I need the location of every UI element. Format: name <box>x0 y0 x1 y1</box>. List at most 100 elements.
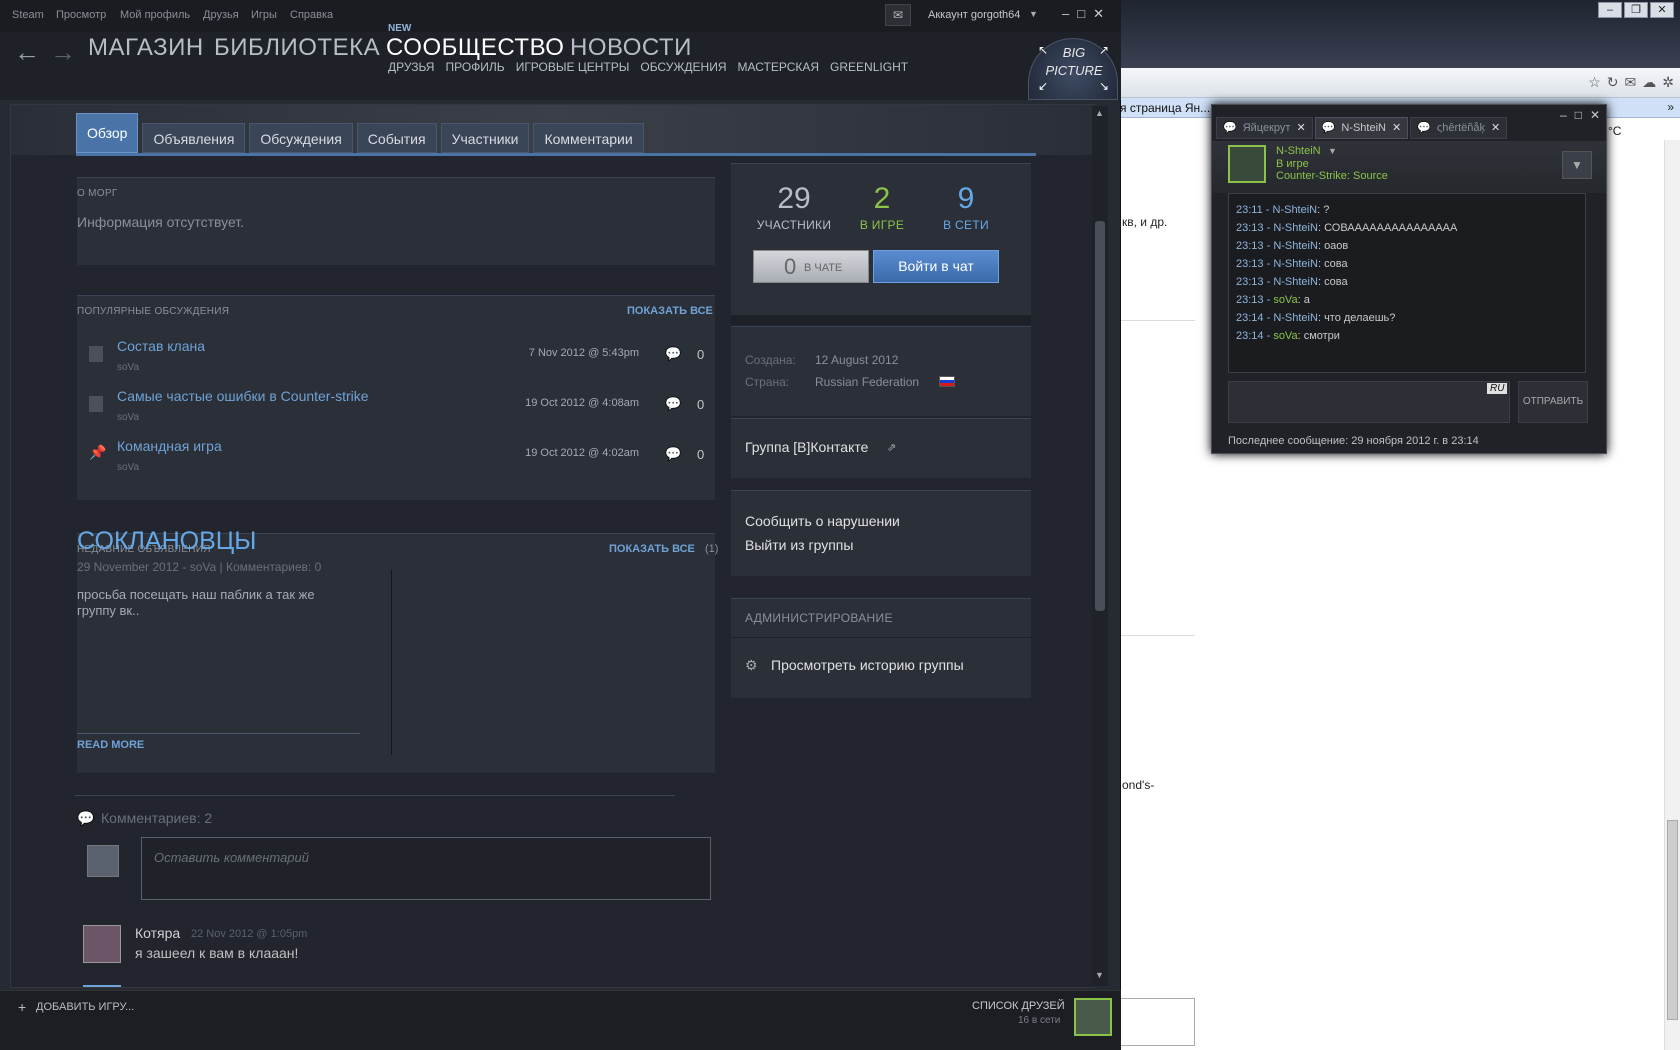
comment-input[interactable]: Оставить комментарий <box>141 837 711 900</box>
announcement-count: (1) <box>705 543 719 555</box>
browser-tab-label[interactable]: я страница Ян... <box>1120 101 1210 115</box>
mail-icon[interactable]: ✉ <box>1625 74 1637 91</box>
join-chat-button[interactable]: Войти в чат <box>873 250 999 283</box>
reload-icon[interactable]: ↻ <box>1607 74 1619 91</box>
discussion-title[interactable]: Состав клана <box>117 338 205 354</box>
avatar[interactable] <box>83 985 121 987</box>
report-link[interactable]: Сообщить о нарушении <box>745 513 900 529</box>
maximize-icon[interactable]: □ <box>1077 6 1085 22</box>
subnav-greenlight[interactable]: GREENLIGHT <box>830 60 908 74</box>
close-icon[interactable]: ✕ <box>1650 2 1674 18</box>
nav-store[interactable]: МАГАЗИН <box>88 34 204 62</box>
scroll-down-icon[interactable]: ▼ <box>1095 970 1104 980</box>
page-scrollbar[interactable]: ▲ ▼ <box>1092 106 1108 986</box>
chat-friend-name[interactable]: N-ShteiN <box>1276 145 1321 157</box>
tab-comments[interactable]: Комментарии <box>533 123 644 153</box>
forward-arrow-icon[interactable]: → <box>50 37 76 68</box>
discussion-title[interactable]: Самые частые ошибки в Counter-strike <box>117 388 369 404</box>
close-icon[interactable]: ✕ <box>1296 117 1305 139</box>
minimize-icon[interactable]: – <box>1598 2 1622 18</box>
tab-overview[interactable]: Обзор <box>76 113 139 153</box>
tab-discussions[interactable]: Обсуждения <box>249 123 353 153</box>
subnav-profile[interactable]: ПРОФИЛЬ <box>445 60 504 74</box>
leave-group-link[interactable]: Выйти из группы <box>745 537 853 553</box>
chat-bubble-icon: 💬 <box>1321 122 1336 134</box>
menu-help[interactable]: Справка <box>290 9 333 21</box>
menu-friends[interactable]: Друзья <box>203 9 239 21</box>
big-picture-button[interactable]: BIG PICTURE ↖ ↗ ↙ ↘ <box>1028 38 1118 100</box>
chat-friend-status: В игре <box>1276 158 1309 170</box>
nav-news[interactable]: НОВОСТИ <box>570 34 692 62</box>
avatar[interactable] <box>83 925 121 963</box>
add-game-button[interactable]: ДОБАВИТЬ ИГРУ... <box>36 1001 134 1013</box>
restore-icon[interactable]: ❐ <box>1624 2 1648 18</box>
minimize-icon[interactable]: – <box>1062 6 1069 22</box>
friends-list-button[interactable]: СПИСОК ДРУЗЕЙ <box>972 1000 1065 1012</box>
discussion-reply-count: 0 <box>697 347 705 362</box>
tab-events[interactable]: События <box>356 123 437 153</box>
subnav-friends[interactable]: ДРУЗЬЯ <box>388 60 434 74</box>
read-more-link[interactable]: READ MORE <box>77 739 144 751</box>
chevron-down-icon[interactable]: ▼ <box>1029 9 1038 19</box>
nav-library[interactable]: БИБЛИОТЕКА <box>214 34 380 62</box>
chat-message-input[interactable]: RU <box>1228 381 1510 423</box>
chat-message: 23:13 - N-ShteiN: СОВААААААААААААААА <box>1236 222 1458 234</box>
menu-profile[interactable]: Мой профиль <box>120 9 190 21</box>
account-menu[interactable]: Аккаунт gorgoth64 <box>928 9 1020 21</box>
chevron-down-icon[interactable]: ▼ <box>1328 146 1337 156</box>
subnav-discussions[interactable]: ОБСУЖДЕНИЯ <box>640 60 726 74</box>
menu-view[interactable]: Просмотр <box>56 9 106 21</box>
discussions-label: ПОПУЛЯРНЫЕ ОБСУЖДЕНИЯ <box>77 306 230 317</box>
avatar[interactable] <box>1228 145 1266 183</box>
star-icon[interactable]: ☆ <box>1588 74 1601 91</box>
subnav-workshop[interactable]: МАСТЕРСКАЯ <box>738 60 820 74</box>
show-all-announcements-link[interactable]: ПОКАЗАТЬ ВСЕ <box>609 543 695 555</box>
close-icon[interactable]: ✕ <box>1590 108 1600 122</box>
close-icon[interactable]: ✕ <box>1392 117 1401 139</box>
tab-announcements[interactable]: Объявления <box>142 123 246 153</box>
comments-count: Комментариев: 2 <box>101 810 213 826</box>
chat-tab[interactable]: 💬 Яйцекрут ✕ <box>1216 117 1313 139</box>
minimize-icon[interactable]: – <box>1560 108 1567 122</box>
show-all-discussions-link[interactable]: ПОКАЗАТЬ ВСЕ <box>627 305 713 317</box>
avatar[interactable] <box>1074 998 1112 1036</box>
scroll-up-icon[interactable]: ▲ <box>1095 108 1104 118</box>
scrollbar-thumb[interactable] <box>1667 820 1678 1020</box>
browser-window-controls[interactable]: – ❐ ✕ <box>1598 2 1674 18</box>
discussion-author[interactable]: soVa <box>117 362 139 373</box>
plus-icon[interactable]: + <box>18 999 26 1015</box>
discussion-title[interactable]: Командная игра <box>117 438 222 454</box>
group-stats-card: 29 УЧАСТНИКИ 2 В ИГРЕ 9 В СЕТИ 0 В ЧАТЕ … <box>731 163 1031 325</box>
back-arrow-icon[interactable]: ← <box>14 37 40 68</box>
subnav-game-hubs[interactable]: ИГРОВЫЕ ЦЕНТРЫ <box>516 60 630 74</box>
group-page: Обзор Объявления Обсуждения События Учас… <box>10 104 1095 988</box>
weather-icon[interactable]: ☁ <box>1642 74 1656 91</box>
nav-community[interactable]: СООБЩЕСТВО <box>386 34 564 62</box>
discussion-author[interactable]: soVa <box>117 412 139 423</box>
announcement-title[interactable]: СОКЛАНОВЦЫ <box>77 527 256 556</box>
view-history-link[interactable]: Просмотреть историю группы <box>771 657 964 673</box>
chat-tab[interactable]: 💬 N-ShteiN ✕ <box>1314 117 1409 139</box>
extension-icon[interactable]: ✲ <box>1662 74 1674 91</box>
chat-tab-label: N-ShteiN <box>1341 122 1386 134</box>
discussion-author[interactable]: soVa <box>117 462 139 473</box>
browser-input[interactable] <box>1120 998 1195 1046</box>
vk-group-link[interactable]: Группа [В]Контакте <box>745 439 868 455</box>
menu-games[interactable]: Игры <box>251 9 277 21</box>
comment-author[interactable]: Котяра <box>135 925 180 941</box>
notifications-icon[interactable]: ✉ <box>885 4 911 26</box>
tab-members[interactable]: Участники <box>440 123 530 153</box>
chevron-right-icon[interactable]: » <box>1667 100 1674 114</box>
close-icon[interactable]: ✕ <box>1093 6 1104 22</box>
menu-steam[interactable]: Steam <box>12 9 44 21</box>
send-button[interactable]: ОТПРАВИТЬ <box>1518 381 1588 423</box>
chevron-down-icon[interactable]: ▼ <box>1562 151 1592 179</box>
scrollbar-thumb[interactable] <box>1095 221 1105 611</box>
members-label[interactable]: УЧАСТНИКИ <box>749 218 839 232</box>
chat-tab[interactable]: 💬 ςhêrtëñåķ ✕ <box>1410 117 1508 139</box>
maximize-icon[interactable]: □ <box>1575 108 1582 122</box>
history-icon: ⚙ <box>745 657 758 673</box>
about-text: Информация отсутствует. <box>77 214 245 230</box>
close-icon[interactable]: ✕ <box>1491 117 1500 139</box>
browser-scrollbar[interactable] <box>1664 140 1680 1050</box>
